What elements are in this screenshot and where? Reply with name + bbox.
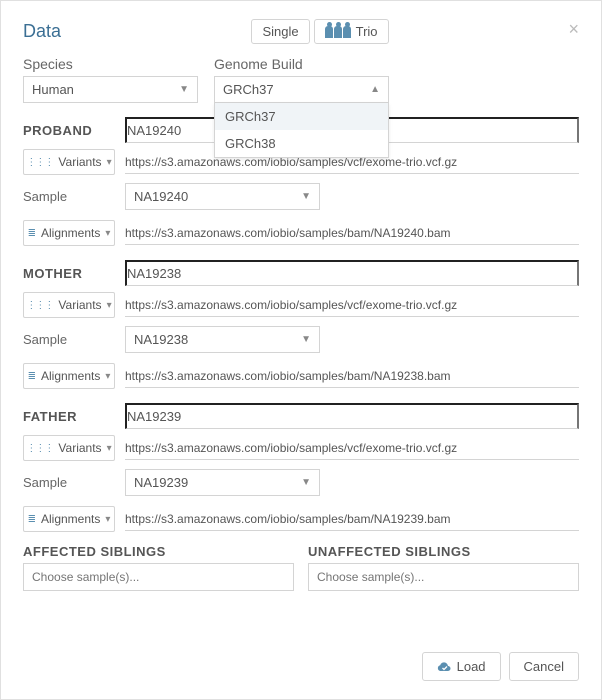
caret-down-icon: ▾ (107, 157, 112, 168)
caret-down-icon: ▾ (107, 300, 112, 311)
caret-down-icon: ▼ (301, 334, 311, 345)
proband-alignments-button[interactable]: ≣ Alignments ▾ (23, 220, 115, 246)
father-sample-select[interactable]: NA19239 ▼ (125, 469, 320, 496)
father-variants-button[interactable]: ⋮⋮⋮ Variants ▾ (23, 435, 115, 461)
father-variants-url[interactable] (125, 437, 579, 460)
genome-value: GRCh37 (223, 82, 274, 97)
genome-select[interactable]: GRCh37 ▲ (214, 76, 389, 103)
alignments-icon: ≣ (28, 228, 36, 239)
proband-variants-button[interactable]: ⋮⋮⋮ Variants ▾ (23, 149, 115, 175)
mother-variants-url[interactable] (125, 294, 579, 317)
caret-down-icon: ▾ (105, 371, 110, 382)
mother-id-input[interactable] (125, 260, 579, 286)
dialog-title: Data (23, 21, 61, 42)
father-section: FATHER ⋮⋮⋮ Variants ▾ Sample NA19239 ▼ ≣… (23, 403, 579, 532)
species-field: Species Human ▼ (23, 56, 198, 103)
father-sample-label: Sample (23, 475, 115, 490)
proband-label: PROBAND (23, 123, 125, 138)
load-button[interactable]: Load (422, 652, 501, 681)
cancel-button[interactable]: Cancel (509, 652, 579, 681)
genome-dropdown: GRCh37 GRCh38 (214, 103, 389, 158)
unaffected-siblings-input[interactable] (308, 563, 579, 591)
caret-down-icon: ▼ (301, 477, 311, 488)
father-alignments-button[interactable]: ≣ Alignments ▾ (23, 506, 115, 532)
caret-down-icon: ▼ (301, 191, 311, 202)
father-alignments-url[interactable] (125, 508, 579, 531)
alignments-icon: ≣ (28, 371, 36, 382)
proband-alignments-url[interactable] (125, 222, 579, 245)
caret-down-icon: ▾ (105, 228, 110, 239)
caret-down-icon: ▼ (179, 84, 189, 95)
father-id-input[interactable] (125, 403, 579, 429)
unaffected-siblings-label: UNAFFECTED SIBLINGS (308, 544, 579, 559)
mode-toggle: Single Trio (251, 19, 388, 44)
mother-label: MOTHER (23, 266, 125, 281)
alignments-icon: ≣ (28, 514, 36, 525)
caret-down-icon: ▾ (105, 514, 110, 525)
mother-variants-button[interactable]: ⋮⋮⋮ Variants ▾ (23, 292, 115, 318)
close-icon[interactable]: × (568, 19, 579, 40)
caret-up-icon: ▲ (370, 84, 380, 95)
genome-option-grch38[interactable]: GRCh38 (215, 130, 388, 157)
species-select[interactable]: Human ▼ (23, 76, 198, 103)
species-value: Human (32, 82, 74, 97)
affected-siblings-input[interactable] (23, 563, 294, 591)
caret-down-icon: ▾ (107, 443, 112, 454)
father-label: FATHER (23, 409, 125, 424)
single-mode-button[interactable]: Single (251, 19, 309, 44)
affected-siblings-label: AFFECTED SIBLINGS (23, 544, 294, 559)
trio-mode-button[interactable]: Trio (314, 19, 389, 44)
genome-field: Genome Build GRCh37 ▲ GRCh37 GRCh38 (214, 56, 389, 103)
mother-alignments-url[interactable] (125, 365, 579, 388)
mother-sample-label: Sample (23, 332, 115, 347)
proband-sample-select[interactable]: NA19240 ▼ (125, 183, 320, 210)
proband-sample-label: Sample (23, 189, 115, 204)
cloud-check-icon (437, 661, 451, 673)
header: Data Single Trio × (23, 19, 579, 44)
trio-icon (325, 26, 352, 38)
trio-label: Trio (356, 24, 378, 39)
mother-alignments-button[interactable]: ≣ Alignments ▾ (23, 363, 115, 389)
single-label: Single (262, 24, 298, 39)
variants-icon: ⋮⋮⋮ (26, 443, 53, 454)
top-selectors: Species Human ▼ Genome Build GRCh37 ▲ GR… (23, 56, 579, 103)
variants-icon: ⋮⋮⋮ (26, 300, 53, 311)
mother-section: MOTHER ⋮⋮⋮ Variants ▾ Sample NA19238 ▼ ≣… (23, 260, 579, 389)
species-label: Species (23, 56, 198, 72)
genome-label: Genome Build (214, 56, 389, 72)
siblings-row: AFFECTED SIBLINGS UNAFFECTED SIBLINGS (23, 544, 579, 591)
data-dialog: Data Single Trio × Species Human ▼ Genom… (0, 0, 602, 700)
mother-sample-select[interactable]: NA19238 ▼ (125, 326, 320, 353)
dialog-footer: Load Cancel (422, 652, 579, 681)
variants-icon: ⋮⋮⋮ (26, 157, 53, 168)
genome-option-grch37[interactable]: GRCh37 (215, 103, 388, 130)
